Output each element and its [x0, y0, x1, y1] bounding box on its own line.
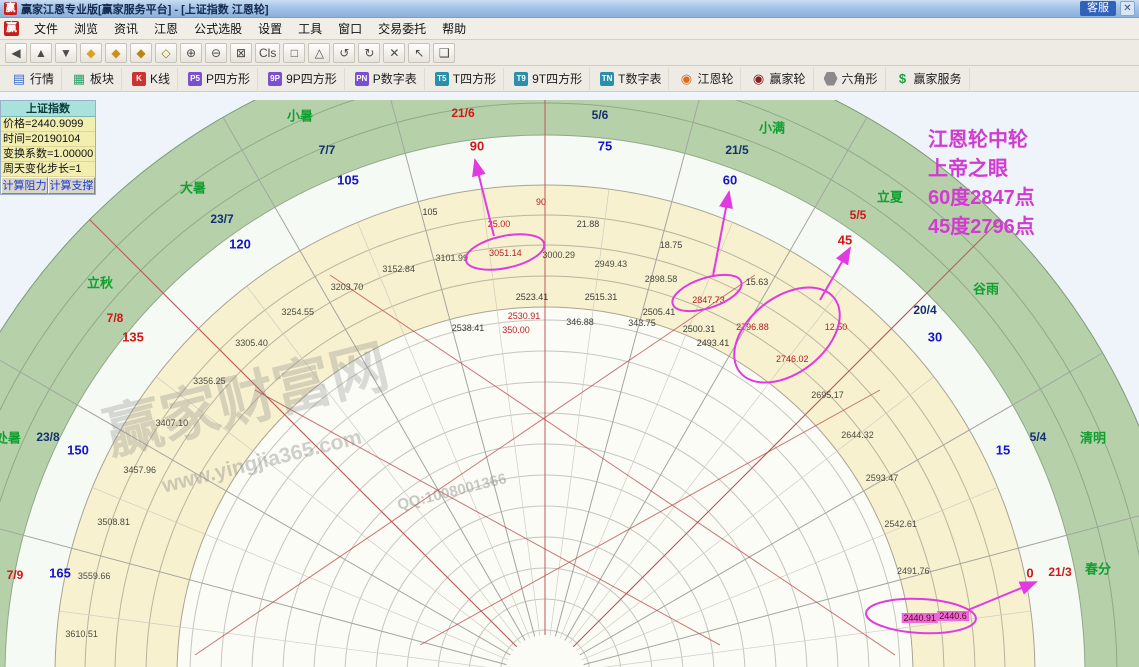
- wheel-layer: 赢家财富网 www.yingjia365.com QQ:1008001366 90 1…: [0, 100, 1139, 667]
- kline-label: K线: [150, 72, 171, 86]
- button-计算阻力[interactable]: 计算阻力: [1, 177, 48, 194]
- pointer-tool-icon[interactable]: ↖: [408, 42, 431, 63]
- view-t-table[interactable]: TN T数字表: [593, 67, 670, 90]
- back-icon[interactable]: ◀: [5, 42, 27, 63]
- p-square-icon: P5: [188, 71, 203, 86]
- 9p-square-label: 9P四方形: [286, 72, 337, 86]
- drawing-toolbar: ◀ ▲ ▼ ◆ ◆ ◆ ◇ ⊕ ⊖ ⊠ Cls □ △ ↺ ↻ ✕ ↖ ❑: [0, 40, 1139, 66]
- menu-item-文件[interactable]: 文件: [26, 18, 66, 39]
- gann-wheel-label: 江恩轮: [697, 72, 734, 86]
- zoom-in-icon[interactable]: ⊕: [180, 42, 202, 63]
- view-t-square[interactable]: T5 T四方形: [428, 67, 505, 90]
- diamond-gold-icon[interactable]: ◆: [105, 42, 127, 63]
- 9t-square-label: 9T四方形: [532, 72, 583, 86]
- customer-service-button[interactable]: 客服: [1080, 1, 1116, 16]
- t-table-icon: TN: [600, 71, 615, 86]
- view-winner-service[interactable]: $ 赢家服务: [889, 67, 970, 90]
- quotes-icon: ▤: [12, 70, 26, 86]
- view-quotes[interactable]: ▤ 行情: [5, 67, 63, 90]
- view-hexagon[interactable]: 六角形: [817, 67, 886, 90]
- menu-item-工具[interactable]: 工具: [290, 18, 330, 39]
- view-winner-wheel[interactable]: ◉ 赢家轮: [744, 67, 814, 90]
- menu-item-设置[interactable]: 设置: [250, 18, 290, 39]
- window-title: 赢家江恩专业版[赢家服务平台] - [上证指数 江恩轮]: [21, 3, 269, 16]
- menu-item-资讯[interactable]: 资讯: [106, 18, 146, 39]
- zoom-reset-icon[interactable]: ⊠: [230, 42, 252, 63]
- winner-wheel-icon: ◉: [752, 70, 765, 86]
- info-row: 时间=20190104: [1, 132, 95, 147]
- info-row: 价格=2440.9099: [1, 117, 95, 132]
- down-icon[interactable]: ▼: [55, 42, 77, 63]
- view-p-square[interactable]: P5 P四方形: [181, 67, 259, 90]
- title-bar: 赢 赢家江恩专业版[赢家服务平台] - [上证指数 江恩轮] 客服 ✕: [0, 0, 1139, 18]
- index-info-rows: 价格=2440.9099 时间=20190104 变换系数=1.00000 周天变化步…: [1, 117, 95, 177]
- gann-wheel-chart[interactable]: 赢家财富网 www.yingjia365.com QQ:1008001366 90 1…: [0, 92, 1139, 667]
- triangle-tool-icon[interactable]: △: [308, 42, 331, 63]
- info-row: 周天变化步长=1: [1, 162, 95, 177]
- menu-item-浏览[interactable]: 浏览: [66, 18, 106, 39]
- calc-buttons: 计算阻力 计算支撑: [1, 177, 95, 194]
- hexagon-label: 六角形: [841, 72, 878, 86]
- sectors-icon: ▦: [72, 70, 86, 86]
- 9t-square-icon: T9: [514, 71, 529, 86]
- menu-items: 文件 浏览 资讯 江恩 公式选股 设置 工具 窗口 交易委托 帮助: [26, 18, 474, 39]
- menu-item-公式选股[interactable]: 公式选股: [186, 18, 250, 39]
- cls-button[interactable]: Cls: [255, 42, 281, 63]
- zoom-out-icon[interactable]: ⊖: [205, 42, 227, 63]
- view-p-table[interactable]: PN P数字表: [348, 67, 425, 90]
- info-row: 变换系数=1.00000: [1, 147, 95, 162]
- views-toolbar: ▤ 行情 ▦ 板块 K K线 P5 P四方形 9P 9P四方形 PN P数字表 T5 T四方形 T9 9T四方…: [0, 66, 1139, 92]
- erase-tool-icon[interactable]: ✕: [383, 42, 406, 63]
- t-square-icon: T5: [434, 71, 449, 86]
- view-9p-square[interactable]: 9P 9P四方形: [261, 67, 345, 90]
- app-logo-icon: 赢: [4, 2, 17, 15]
- gann-wheel-icon: ◉: [680, 70, 693, 86]
- quotes-label: 行情: [30, 72, 55, 86]
- up-icon[interactable]: ▲: [30, 42, 52, 63]
- view-gann-wheel[interactable]: ◉ 江恩轮: [672, 67, 742, 90]
- button-计算支撑[interactable]: 计算支撑: [48, 177, 95, 194]
- menu-item-交易委托[interactable]: 交易委托: [370, 18, 434, 39]
- sectors-label: 板块: [90, 72, 115, 86]
- kline-icon: K: [132, 71, 147, 86]
- p-square-label: P四方形: [206, 72, 251, 86]
- rect-tool-icon[interactable]: □: [283, 42, 306, 63]
- t-square-label: T四方形: [452, 72, 497, 86]
- winner-service-icon: $: [898, 71, 907, 86]
- undo-icon[interactable]: ↺: [333, 42, 356, 63]
- winner-service-label: 赢家服务: [913, 72, 962, 86]
- index-name: 上证指数: [1, 101, 95, 117]
- t-table-label: T数字表: [618, 72, 662, 86]
- view-sectors[interactable]: ▦ 板块: [65, 67, 123, 90]
- index-info-panel: 上证指数 价格=2440.9099 时间=20190104 变换系数=1.00000…: [0, 100, 96, 195]
- menu-item-窗口[interactable]: 窗口: [330, 18, 370, 39]
- note-tool-icon[interactable]: ❑: [433, 42, 456, 63]
- diamond-yellow-icon[interactable]: ◆: [80, 42, 102, 63]
- hexagon-icon: [823, 71, 838, 86]
- gann-wheel-canvas[interactable]: [0, 100, 1139, 667]
- view-9t-square[interactable]: T9 9T四方形: [507, 67, 591, 90]
- winner-wheel-label: 赢家轮: [769, 72, 806, 86]
- menu-item-江恩[interactable]: 江恩: [146, 18, 186, 39]
- close-icon[interactable]: ✕: [1120, 1, 1135, 16]
- p-table-label: P数字表: [372, 72, 417, 86]
- redo-icon[interactable]: ↻: [358, 42, 381, 63]
- diamond-amber-icon[interactable]: ◆: [130, 42, 152, 63]
- diamond-outline-icon[interactable]: ◇: [155, 42, 177, 63]
- 9p-square-icon: 9P: [268, 71, 283, 86]
- menu-logo-icon: 赢: [4, 21, 19, 36]
- menu-item-帮助[interactable]: 帮助: [434, 18, 474, 39]
- view-kline[interactable]: K K线: [125, 67, 179, 90]
- p-table-icon: PN: [354, 71, 369, 86]
- menu-bar: 赢 文件 浏览 资讯 江恩 公式选股 设置 工具 窗口 交易委托 帮助: [0, 18, 1139, 40]
